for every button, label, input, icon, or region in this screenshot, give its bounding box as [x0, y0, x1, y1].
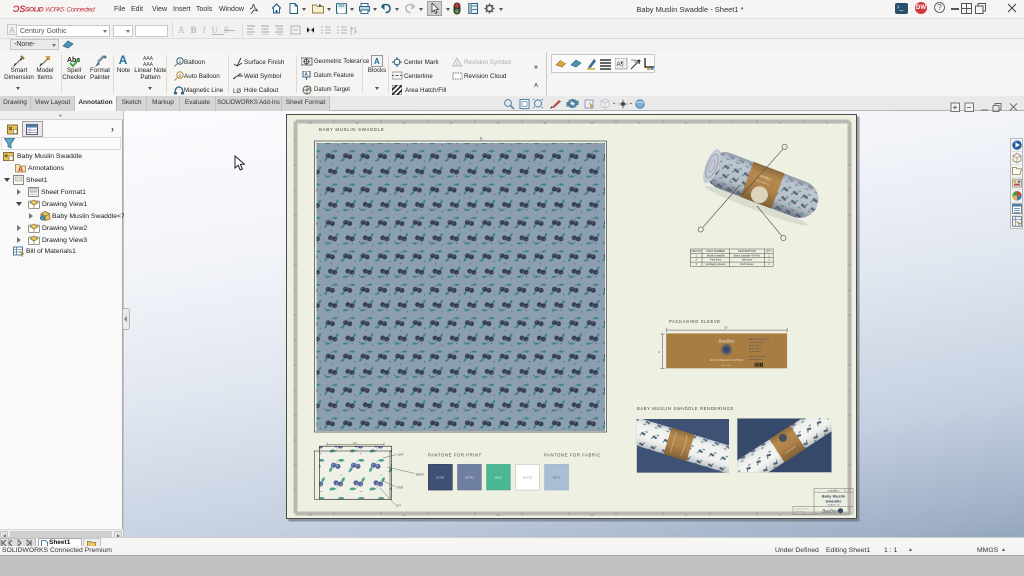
svg-text:LEAF: LEAF — [398, 454, 405, 457]
svg-text:1: 1 — [768, 258, 770, 262]
svg-text:BeeBoo: BeeBoo — [822, 508, 838, 513]
svg-text:2378C: 2378C — [436, 476, 446, 480]
svg-text:3: 3 — [695, 262, 697, 266]
svg-text:1: 1 — [768, 253, 770, 257]
svg-text:tumble dry low: tumble dry low — [749, 347, 762, 350]
svg-text:K: K — [294, 188, 296, 192]
svg-text:WHITE: WHITE — [523, 476, 533, 480]
svg-text:BABY MUSLIN SWADDLE RENDERINGS: BABY MUSLIN SWADDLE RENDERINGS — [637, 406, 734, 411]
svg-text:100% ORGANIC COTTON: 100% ORGANIC COTTON — [710, 358, 744, 362]
svg-text:E: E — [294, 438, 296, 442]
svg-text:10: 10 — [590, 513, 594, 517]
svg-text:BERRY: BERRY — [416, 473, 425, 476]
svg-text:4: 4 — [658, 350, 660, 354]
svg-text:A¶: A¶ — [617, 62, 624, 68]
svg-text:BeeBoo: BeeBoo — [718, 339, 735, 344]
svg-text:18: 18 — [724, 326, 728, 330]
svg-text:DESCRIPTION: DESCRIPTION — [738, 249, 756, 253]
svg-text:LØ: LØ — [233, 89, 241, 95]
svg-text:DOT: DOT — [396, 505, 402, 508]
svg-text:1: 1 — [768, 262, 770, 266]
svg-text:SCALE 1:10: SCALE 1:10 — [827, 504, 840, 507]
svg-text:Muslin swaddle: Muslin swaddle — [707, 253, 725, 257]
svg-text:12: 12 — [496, 121, 500, 125]
svg-text:1: 1 — [179, 73, 182, 78]
svg-text:H: H — [848, 288, 850, 292]
svg-text:2374C: 2374C — [465, 476, 475, 480]
svg-text:ITEM NO.: ITEM NO. — [690, 249, 702, 253]
svg-text:PACKAGING SLEEVE: PACKAGING SLEEVE — [669, 319, 721, 324]
svg-text:16: 16 — [308, 121, 312, 125]
svg-text:do not bleach: do not bleach — [749, 350, 760, 353]
svg-text:K: K — [848, 188, 850, 192]
svg-text:F: F — [295, 388, 297, 392]
svg-text:16: 16 — [308, 513, 312, 517]
svg-text:2: 2 — [695, 258, 697, 262]
svg-text:kraft sleeve: kraft sleeve — [740, 262, 754, 266]
svg-text:PANTONE FOR PRINT: PANTONE FOR PRINT — [428, 453, 482, 458]
svg-text:machine wash cold: machine wash cold — [749, 342, 765, 344]
svg-text:F: F — [849, 388, 851, 392]
svg-text:SOLID: SOLID — [25, 7, 44, 14]
svg-text:fold lines: fold lines — [742, 258, 753, 262]
svg-text:1: 1 — [179, 59, 182, 64]
svg-text:WORKS: WORKS — [45, 7, 65, 14]
svg-text:A: A — [18, 167, 23, 174]
svg-text:15: 15 — [355, 121, 359, 125]
svg-text:Fold lines: Fold lines — [710, 258, 722, 262]
svg-text:537C: 537C — [553, 476, 561, 480]
svg-text:12: 12 — [496, 513, 500, 517]
svg-text:A: A — [374, 57, 380, 66]
svg-text:gentle cycle: gentle cycle — [749, 344, 759, 347]
svg-text:QTY.: QTY. — [766, 249, 772, 253]
svg-text:4.5: 4.5 — [353, 441, 357, 445]
svg-text:563C: 563C — [495, 476, 503, 480]
svg-text:Swaddle: Swaddle — [825, 499, 842, 504]
svg-text:PART NUMBER: PART NUMBER — [706, 249, 725, 253]
svg-text:CARE INSTRUCTIONS: CARE INSTRUCTIONS — [749, 338, 770, 341]
svg-text:DRAWN BY: DRAWN BY — [828, 489, 840, 492]
svg-text:made with love: made with love — [749, 358, 762, 361]
svg-text:BABY MUSLIN SWADDLE: BABY MUSLIN SWADDLE — [319, 127, 385, 132]
svg-text:STEM: STEM — [397, 487, 404, 490]
svg-text:H: H — [294, 288, 296, 292]
svg-text:PANTONE FOR FABRIC: PANTONE FOR FABRIC — [544, 453, 601, 458]
svg-text:13: 13 — [449, 121, 453, 125]
svg-text:11: 11 — [543, 121, 546, 125]
svg-text:14: 14 — [402, 513, 406, 517]
svg-text:1: 1 — [695, 253, 697, 257]
svg-text:warm iron if needed: warm iron if needed — [749, 355, 766, 358]
svg-text:ƆS: ƆS — [13, 4, 26, 14]
svg-text:14: 14 — [402, 121, 406, 125]
svg-text:packaging sleeve: packaging sleeve — [706, 262, 727, 266]
svg-text:10: 10 — [590, 121, 594, 125]
svg-text:fabric swaddle 47x47in: fabric swaddle 47x47in — [734, 253, 761, 257]
svg-text:Connected: Connected — [66, 7, 94, 14]
svg-text:47 x 47 in: 47 x 47 in — [722, 365, 732, 367]
